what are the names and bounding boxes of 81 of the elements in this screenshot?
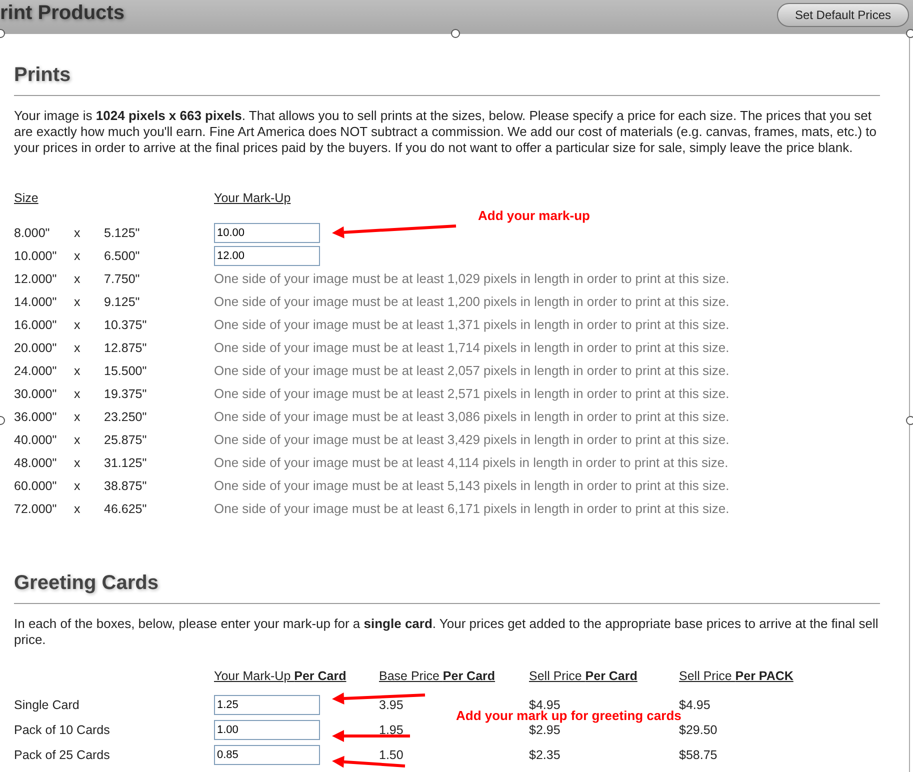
size-note: One side of your image must be at least 5,143 pixels in length in order to print at this size. (214, 478, 730, 493)
markup-field[interactable]: 1.00 (214, 720, 320, 740)
size-width: 12.000" (14, 272, 57, 286)
size-width: 24.000" (14, 364, 57, 378)
size-width: 72.000" (14, 502, 57, 516)
times-sign: x (74, 386, 80, 400)
times-sign: x (74, 226, 80, 240)
intro-text: Your image is 1024 pixels x 663 pixels. That allows you to sell prints at the sizes, below. Please specify a price for each size. The prices that you set are exactly how much you'll earn. Fine Art America does NOT subtract a commission. We add our cost of materials (e.g. canvas, frames, mats, etc.) to your prices in order to arrive at the final prices paid by the buyers. If you do not want to offer a particular size for sale, simply leave the price blank. (14, 108, 878, 156)
card-type: Pack of 25 Cards (14, 748, 110, 762)
times-sign: x (74, 410, 80, 424)
column-header: Base Price Per Card (379, 669, 496, 683)
size-note: One side of your image must be at least 3,086 pixels in length in order to print at this size. (214, 409, 730, 424)
base-price: 1.50 (379, 748, 404, 762)
size-height: 10.375" (104, 318, 147, 332)
column-header: Sell Price Per PACK (679, 669, 794, 683)
times-sign: x (74, 456, 80, 470)
size-note: One side of your image must be at least 1,371 pixels in length in order to print at this size. (214, 317, 730, 332)
size-note: One side of your image must be at least 6,171 pixels in length in order to print at this size. (214, 501, 730, 516)
markup-field[interactable]: 12.00 (214, 246, 320, 266)
intro-text: In each of the boxes, below, please enter your mark-up for a single card. Your prices get added to the appropriate base prices to arrive at the final sell price. (14, 616, 880, 648)
size-height: 9.125" (104, 294, 140, 308)
size-height: 19.375" (104, 386, 147, 400)
base-price: 1.95 (379, 722, 404, 736)
size-width: 20.000" (14, 340, 57, 354)
section-heading: Prints (14, 64, 880, 96)
size-note: One side of your image must be at least 2,057 pixels in length in order to print at this size. (214, 363, 730, 378)
times-sign: x (74, 364, 80, 378)
times-sign: x (74, 340, 80, 354)
column-header: Your Mark-Up Per Card (214, 669, 346, 683)
size-note: One side of your image must be at least 1,200 pixels in length in order to print at this size. (214, 294, 730, 309)
base-price: 3.95 (379, 698, 404, 712)
times-sign: x (74, 432, 80, 446)
size-note: One side of your image must be at least 1,029 pixels in length in order to print at this size. (214, 271, 730, 286)
size-note: One side of your image must be at least 4,114 pixels in length in order to print at this size. (214, 455, 728, 470)
annotation-text: Add your mark-up (478, 209, 590, 222)
size-height: 25.875" (104, 432, 147, 446)
size-height: 31.125" (104, 456, 147, 470)
size-height: 38.875" (104, 478, 147, 492)
size-height: 5.125" (104, 226, 140, 240)
size-height: 7.750" (104, 272, 140, 286)
sell-price: $2.95 (529, 722, 560, 736)
markup-field[interactable]: 0.85 (214, 744, 320, 764)
sell-price: $2.35 (529, 748, 560, 762)
times-sign: x (74, 502, 80, 516)
annotation-text: Add your mark up for greeting cards (456, 709, 682, 722)
size-note: One side of your image must be at least 1,714 pixels in length in order to print at this size. (214, 340, 730, 355)
column-header: Your Mark-Up (214, 191, 291, 205)
size-height: 23.250" (104, 410, 147, 424)
size-width: 16.000" (14, 318, 57, 332)
size-height: 12.875" (104, 340, 147, 354)
size-width: 40.000" (14, 432, 57, 446)
size-height: 46.625" (104, 502, 147, 516)
times-sign: x (74, 478, 80, 492)
section-heading: Greeting Cards (14, 572, 880, 604)
size-width: 14.000" (14, 294, 57, 308)
times-sign: x (74, 318, 80, 332)
page-title: rint Products (0, 2, 124, 25)
pack-price: $29.50 (679, 722, 718, 736)
times-sign: x (74, 248, 80, 262)
size-width: 8.000" (14, 226, 50, 240)
size-height: 15.500" (104, 364, 147, 378)
times-sign: x (74, 272, 80, 286)
size-note: One side of your image must be at least 3,429 pixels in length in order to print at this size. (214, 432, 730, 447)
size-width: 60.000" (14, 478, 57, 492)
size-width: 10.000" (14, 248, 57, 262)
pack-price: $58.75 (679, 748, 718, 762)
markup-field[interactable]: 1.25 (214, 694, 320, 714)
card-type: Single Card (14, 698, 80, 712)
markup-field[interactable]: 10.00 (214, 222, 320, 242)
size-note: One side of your image must be at least 2,571 pixels in length in order to print at this size. (214, 386, 730, 401)
size-width: 36.000" (14, 410, 57, 424)
times-sign: x (74, 294, 80, 308)
size-width: 30.000" (14, 386, 57, 400)
column-header: Size (14, 191, 38, 205)
column-header: Sell Price Per Card (529, 669, 638, 683)
size-height: 6.500" (104, 248, 140, 262)
set-default-prices-button[interactable]: Set Default Prices (776, 2, 909, 26)
sell-price: $4.95 (529, 698, 560, 712)
card-type: Pack of 10 Cards (14, 722, 110, 736)
size-width: 48.000" (14, 456, 57, 470)
pack-price: $4.95 (679, 698, 710, 712)
